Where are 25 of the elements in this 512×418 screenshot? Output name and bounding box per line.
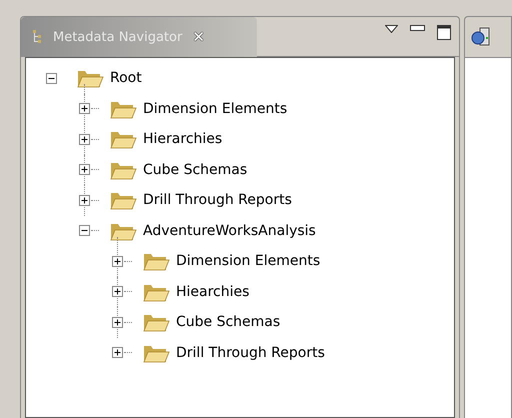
view-title: Metadata Navigator [53, 30, 182, 44]
expander-icon[interactable] [79, 194, 90, 206]
expander-icon[interactable] [112, 316, 123, 328]
server-icon [471, 27, 491, 47]
expander-icon[interactable] [79, 164, 90, 176]
tree-item[interactable]: Dimension Elements [176, 253, 320, 270]
expander-icon[interactable] [112, 256, 123, 267]
tree-item[interactable]: Cube Schemas [176, 314, 280, 330]
minimize-icon[interactable] [410, 25, 425, 31]
tree-item[interactable]: Drill Through Reports [143, 192, 292, 208]
tree-item[interactable]: Hiearchies [176, 284, 250, 300]
expander-icon[interactable] [112, 286, 123, 298]
tree-item[interactable]: Drill Through Reports [176, 344, 325, 361]
expander-icon[interactable] [46, 72, 57, 84]
expander-icon[interactable] [79, 225, 90, 236]
maximize-icon[interactable] [437, 25, 451, 40]
tree-item[interactable]: Hierarchies [143, 131, 222, 148]
tree-item[interactable]: Root [110, 70, 142, 86]
tree-item[interactable]: Cube Schemas [143, 162, 248, 178]
tree-item[interactable]: Dimension Elements [143, 100, 288, 117]
tree-item[interactable]: AdventureWorksAnalysis [143, 222, 316, 239]
expander-icon[interactable] [112, 347, 123, 358]
view-menu-icon[interactable] [385, 25, 398, 33]
expander-icon[interactable] [79, 103, 90, 114]
expander-icon[interactable] [79, 134, 90, 145]
